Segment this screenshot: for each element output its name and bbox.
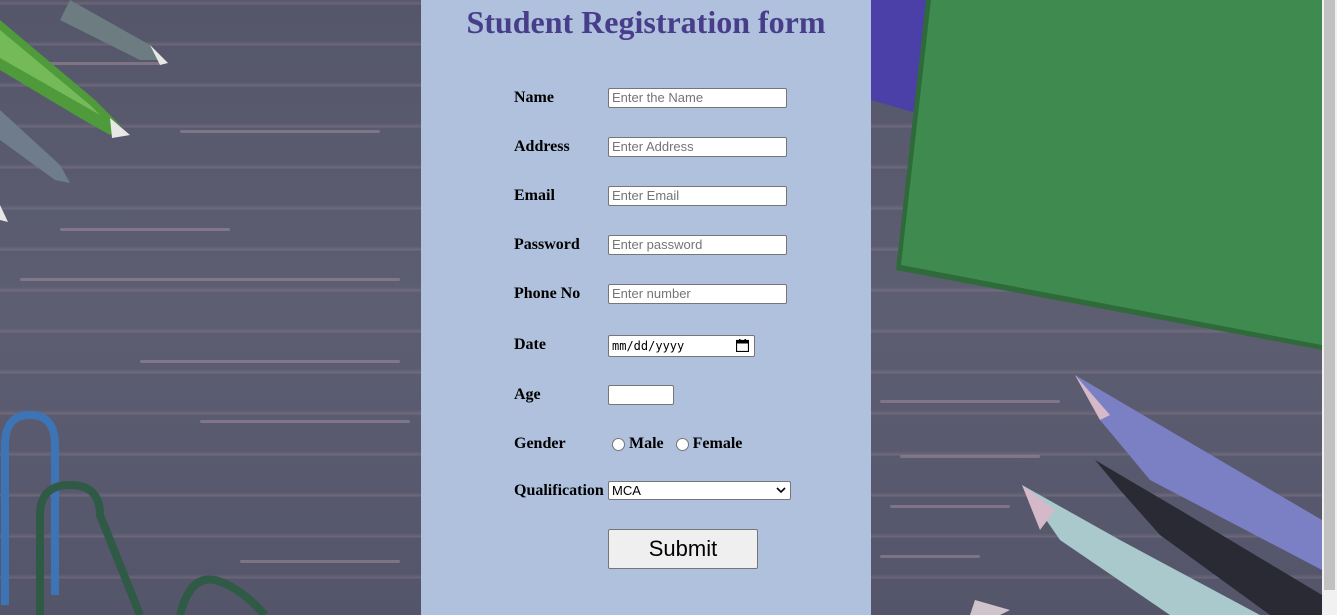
male-radio[interactable] — [612, 437, 625, 451]
email-row: Email Enter Email — [514, 186, 854, 210]
notebook-image — [871, 0, 1322, 350]
qualification-row: Qualification MCA — [514, 481, 854, 505]
address-input[interactable]: Enter Address — [608, 137, 787, 157]
female-label: Female — [692, 435, 743, 452]
form-title: Student Registration form — [466, 4, 826, 40]
address-label: Address — [514, 138, 570, 155]
password-row: Password Enter password — [514, 235, 854, 259]
address-row: Address Enter Address — [514, 137, 854, 161]
password-label: Password — [514, 236, 580, 253]
paper-clips-image — [1, 410, 268, 615]
female-radio[interactable] — [675, 437, 689, 451]
gender-label: Gender — [514, 435, 566, 452]
qualification-select[interactable]: MCA — [608, 481, 791, 500]
scrollbar[interactable] — [1322, 0, 1337, 615]
age-row: Age — [514, 385, 854, 409]
date-placeholder: mm/dd/yyyy — [612, 339, 685, 353]
qualification-selected-value: MCA — [612, 483, 641, 498]
name-input[interactable]: Enter the Name — [608, 88, 787, 108]
background-streak — [880, 555, 980, 558]
date-input[interactable]: mm/dd/yyyy — [608, 335, 755, 357]
phone-input[interactable]: Enter number — [608, 284, 787, 304]
male-label: Male — [629, 435, 664, 452]
phone-row: Phone No Enter number — [514, 284, 854, 308]
age-label: Age — [514, 386, 541, 403]
date-label: Date — [514, 336, 546, 353]
phone-label: Phone No — [514, 285, 581, 302]
chevron-down-icon — [776, 487, 786, 494]
background-streak — [180, 130, 380, 133]
email-label: Email — [514, 187, 555, 204]
name-row: Name Enter the Name — [514, 88, 854, 112]
submit-button[interactable]: Submit — [608, 529, 758, 569]
qualification-label: Qualification — [514, 482, 604, 499]
scrollbar-thumb[interactable] — [1324, 0, 1335, 590]
background-streak — [20, 278, 400, 281]
calendar-icon[interactable] — [736, 339, 749, 352]
password-input[interactable]: Enter password — [608, 235, 787, 255]
background-streak — [140, 360, 400, 363]
pencils-image — [970, 375, 1322, 615]
date-row: Date mm/dd/yyyy — [514, 335, 854, 359]
email-input[interactable]: Enter Email — [608, 186, 787, 206]
pens-image — [0, 0, 168, 222]
gender-row: Gender Male Female — [514, 434, 854, 458]
name-label: Name — [514, 89, 554, 106]
gender-options: Male Female — [612, 434, 750, 454]
registration-form-panel: Student Registration form Name Enter the… — [421, 0, 871, 615]
age-input[interactable] — [608, 385, 674, 405]
